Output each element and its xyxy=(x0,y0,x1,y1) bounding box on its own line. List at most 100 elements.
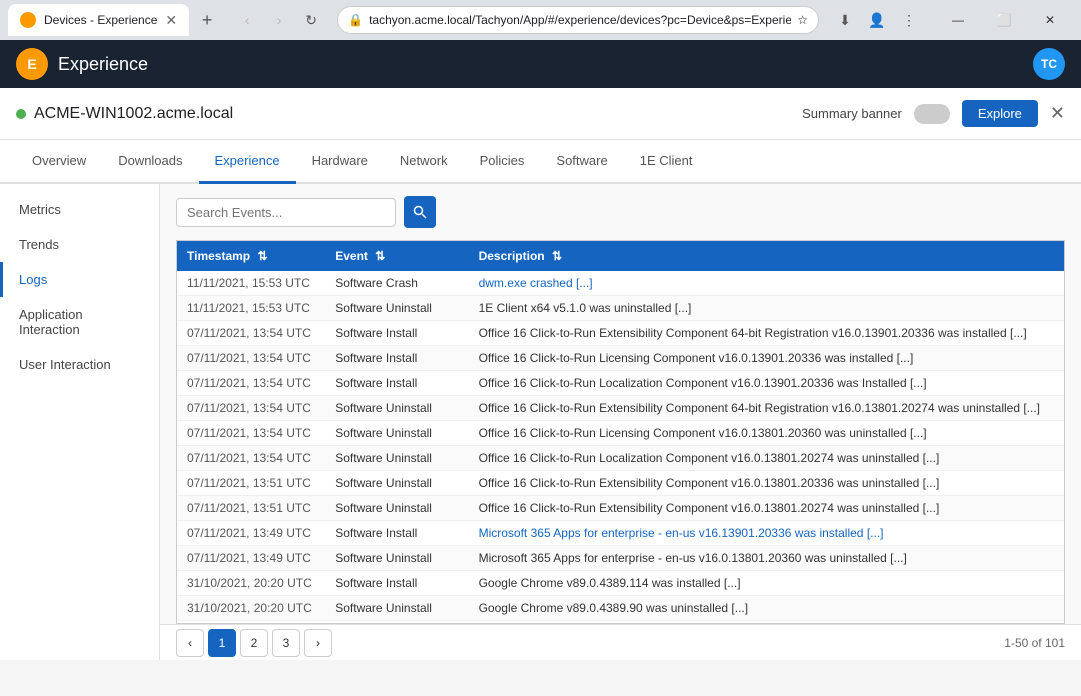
cell-description[interactable]: dwm.exe crashed [...] xyxy=(469,271,1064,296)
tab-overview[interactable]: Overview xyxy=(16,140,102,184)
table-row: 07/11/2021, 13:54 UTCSoftware InstallOff… xyxy=(177,346,1064,371)
events-table: Timestamp ⇅ Event ⇅ Description ⇅ 11/11/… xyxy=(177,241,1064,624)
cell-timestamp: 07/11/2021, 13:54 UTC xyxy=(177,396,325,421)
page-3-button[interactable]: 3 xyxy=(272,629,300,657)
page-2-button[interactable]: 2 xyxy=(240,629,268,657)
cell-event: Software Crash xyxy=(325,271,468,296)
cell-timestamp: 07/11/2021, 13:54 UTC xyxy=(177,371,325,396)
account-icon[interactable]: 👤 xyxy=(863,6,891,34)
next-page-button[interactable]: › xyxy=(304,629,332,657)
table-row: 07/11/2021, 13:54 UTCSoftware UninstallO… xyxy=(177,421,1064,446)
tab-hardware[interactable]: Hardware xyxy=(296,140,384,184)
cell-event: Software Uninstall xyxy=(325,596,468,621)
event-header[interactable]: Event ⇅ xyxy=(325,241,468,271)
cell-description: Office 16 Click-to-Run Extensibility Com… xyxy=(469,496,1064,521)
table-row: 07/11/2021, 13:49 UTCSoftware UninstallM… xyxy=(177,546,1064,571)
forward-button[interactable]: › xyxy=(265,6,293,34)
cell-description: Office 16 Click-to-Run Licensing Compone… xyxy=(469,421,1064,446)
cell-timestamp: 07/11/2021, 13:49 UTC xyxy=(177,521,325,546)
cell-event: Software Install xyxy=(325,571,468,596)
tab-software[interactable]: Software xyxy=(540,140,623,184)
new-tab-button[interactable]: + xyxy=(193,6,221,34)
user-avatar[interactable]: TC xyxy=(1033,48,1065,80)
main-layout: MetricsTrendsLogsApplication Interaction… xyxy=(0,184,1081,660)
app-logo-icon: E xyxy=(16,48,48,80)
cell-description: 1E Client x64 v5.1.0 was uninstalled [..… xyxy=(469,296,1064,321)
address-bar[interactable]: 🔒 ☆ xyxy=(337,6,819,34)
description-sort-icon[interactable]: ⇅ xyxy=(552,249,562,263)
device-name-container: ACME-WIN1002.acme.local xyxy=(16,105,233,123)
tab-experience[interactable]: Experience xyxy=(199,140,296,184)
maximize-button[interactable]: ⬜ xyxy=(981,4,1027,36)
page-info: 1-50 of 101 xyxy=(1004,636,1065,650)
tab-policies[interactable]: Policies xyxy=(464,140,541,184)
app-logo: E Experience xyxy=(16,48,148,80)
description-header[interactable]: Description ⇅ xyxy=(469,241,1064,271)
search-input[interactable] xyxy=(176,198,396,227)
cell-event: Software Install xyxy=(325,521,468,546)
page-navigation: ‹123› xyxy=(176,629,332,657)
cell-timestamp: 07/11/2021, 13:54 UTC xyxy=(177,421,325,446)
cell-description: Office 16 Click-to-Run Localization Comp… xyxy=(469,446,1064,471)
pagination: ‹123› 1-50 of 101 xyxy=(160,624,1081,660)
cell-event: Software Install xyxy=(325,346,468,371)
cell-timestamp: 07/11/2021, 13:54 UTC xyxy=(177,346,325,371)
tab-network[interactable]: Network xyxy=(384,140,464,184)
browser-tab-close-icon[interactable]: ✕ xyxy=(165,12,177,29)
table-container: Timestamp ⇅ Event ⇅ Description ⇅ 11/11/… xyxy=(176,240,1065,624)
timestamp-header[interactable]: Timestamp ⇅ xyxy=(177,241,325,271)
page-1-button[interactable]: 1 xyxy=(208,629,236,657)
cell-description: Office 16 Click-to-Run Extensibility Com… xyxy=(469,396,1064,421)
device-status-indicator xyxy=(16,109,26,119)
summary-banner-toggle[interactable] xyxy=(914,104,950,124)
cell-description: Office 16 Click-to-Run Extensibility Com… xyxy=(469,321,1064,346)
table-row: 31/10/2021, 20:20 UTCSoftware UninstallG… xyxy=(177,596,1064,621)
browser-chrome: Devices - Experience ✕ + ‹ › ↻ 🔒 ☆ ⬇ 👤 ⋮… xyxy=(0,0,1081,40)
close-button[interactable]: ✕ xyxy=(1027,4,1073,36)
sidebar-item-logs[interactable]: Logs xyxy=(0,262,159,297)
bookmark-icon[interactable]: ☆ xyxy=(797,13,808,27)
cell-timestamp: 07/11/2021, 13:49 UTC xyxy=(177,546,325,571)
search-button[interactable] xyxy=(404,196,436,228)
prev-page-button[interactable]: ‹ xyxy=(176,629,204,657)
summary-banner-label: Summary banner xyxy=(802,106,902,121)
explore-button[interactable]: Explore xyxy=(962,100,1038,127)
sidebar-item-metrics[interactable]: Metrics xyxy=(0,192,159,227)
refresh-button[interactable]: ↻ xyxy=(297,6,325,34)
download-icon[interactable]: ⬇ xyxy=(831,6,859,34)
cell-timestamp: 07/11/2021, 13:51 UTC xyxy=(177,496,325,521)
url-input[interactable] xyxy=(369,13,791,27)
sidebar-item-application-interaction[interactable]: Application Interaction xyxy=(0,297,159,347)
menu-icon[interactable]: ⋮ xyxy=(895,6,923,34)
table-row: 07/11/2021, 13:49 UTCSoftware InstallMic… xyxy=(177,521,1064,546)
cell-event: Software Uninstall xyxy=(325,421,468,446)
tab-1e-client[interactable]: 1E Client xyxy=(624,140,709,184)
cell-description[interactable]: Microsoft 365 Apps for enterprise - en-u… xyxy=(469,521,1064,546)
lock-icon: 🔒 xyxy=(348,13,363,27)
tab-downloads[interactable]: Downloads xyxy=(102,140,198,184)
table-row: 07/11/2021, 13:51 UTCSoftware UninstallO… xyxy=(177,471,1064,496)
timestamp-sort-icon[interactable]: ⇅ xyxy=(257,249,267,263)
browser-tab[interactable]: Devices - Experience ✕ xyxy=(8,4,189,36)
browser-controls: ‹ › ↻ xyxy=(233,6,325,34)
close-device-button[interactable]: ✕ xyxy=(1050,103,1065,124)
cell-timestamp: 07/11/2021, 13:51 UTC xyxy=(177,471,325,496)
cell-event: Software Uninstall xyxy=(325,471,468,496)
minimize-button[interactable]: — xyxy=(935,4,981,36)
event-sort-icon[interactable]: ⇅ xyxy=(375,249,385,263)
device-name: ACME-WIN1002.acme.local xyxy=(34,105,233,123)
search-icon xyxy=(413,205,427,219)
back-button[interactable]: ‹ xyxy=(233,6,261,34)
cell-event: Software Uninstall xyxy=(325,496,468,521)
table-row: 07/11/2021, 13:51 UTCSoftware UninstallO… xyxy=(177,496,1064,521)
search-bar xyxy=(160,184,1081,240)
tabs-bar: OverviewDownloadsExperienceHardwareNetwo… xyxy=(0,140,1081,184)
sidebar-item-user-interaction[interactable]: User Interaction xyxy=(0,347,159,382)
app-title: Experience xyxy=(58,54,148,75)
browser-tab-favicon xyxy=(20,12,36,28)
cell-description: Office 16 Click-to-Run Licensing Compone… xyxy=(469,346,1064,371)
table-row: 11/11/2021, 15:53 UTCSoftware Uninstall1… xyxy=(177,296,1064,321)
cell-event: Software Uninstall xyxy=(325,546,468,571)
browser-actions: ⬇ 👤 ⋮ xyxy=(831,6,923,34)
sidebar-item-trends[interactable]: Trends xyxy=(0,227,159,262)
